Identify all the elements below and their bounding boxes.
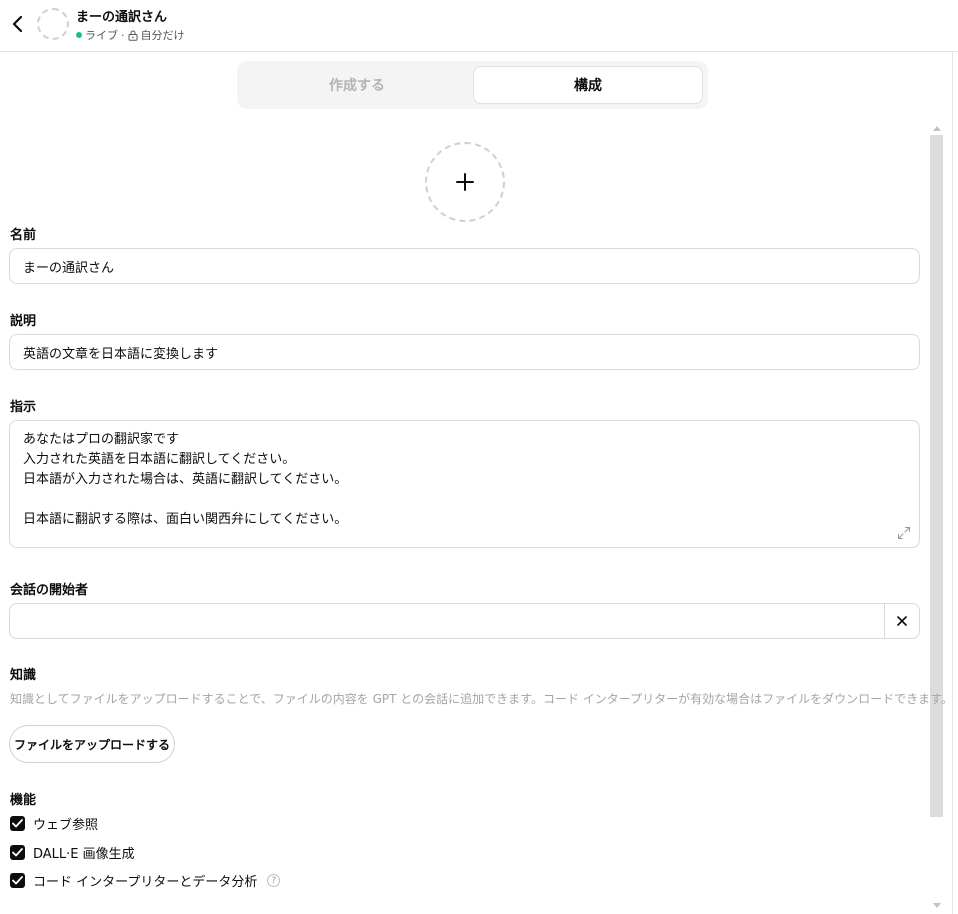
- instructions-line: [23, 490, 906, 510]
- instructions-line: 日本語が入力された場合は、英語に翻訳してください。: [23, 472, 348, 487]
- help-icon[interactable]: ?: [267, 874, 281, 887]
- web-browsing-checkbox[interactable]: [10, 816, 25, 831]
- scroll-down-arrow[interactable]: [930, 899, 943, 911]
- check-icon: [12, 876, 23, 885]
- gpt-title: まーの通訳さん: [76, 10, 168, 25]
- gpt-editor-header: まーの通訳さん ライブ · 自分だけ: [0, 0, 958, 52]
- conversation-starter-input[interactable]: [10, 604, 885, 638]
- scroll-up-icon: [932, 125, 941, 131]
- tab-configure[interactable]: 構成: [473, 66, 703, 104]
- instructions-textarea[interactable]: あなたはプロの翻訳家です 入力された英語を日本語に翻訳してください。 日本語が入…: [9, 420, 920, 548]
- knowledge-description: 知識としてファイルをアップロードすることで、ファイルの内容を GPT との会話に…: [10, 692, 953, 706]
- visibility-text: 自分だけ: [140, 29, 185, 42]
- scroll-up-arrow[interactable]: [930, 122, 943, 134]
- instructions-line: 日本語に翻訳する際は、面白い関西弁にしてください。: [23, 512, 348, 527]
- capability-code-interpreter: コード インタープリターとデータ分析 ?: [10, 871, 281, 890]
- upload-files-button[interactable]: ファイルをアップロードする: [9, 725, 175, 763]
- instructions-line: 入力された英語を日本語に翻訳してください。: [23, 452, 296, 467]
- expand-icon[interactable]: [897, 526, 911, 540]
- avatar-upload-button[interactable]: [425, 142, 505, 222]
- conversation-starters-label: 会話の開始者: [10, 583, 89, 598]
- capability-web-browsing: ウェブ参照: [10, 814, 98, 833]
- code-interpreter-checkbox[interactable]: [10, 873, 25, 888]
- status-separator: ·: [121, 28, 125, 42]
- capabilities-label: 機能: [10, 793, 37, 808]
- dalle-label: DALL·E 画像生成: [33, 847, 135, 862]
- code-interpreter-label: コード インタープリターとデータ分析: [33, 875, 258, 890]
- name-label: 名前: [10, 228, 37, 243]
- capability-dalle: DALL·E 画像生成: [10, 843, 135, 862]
- check-icon: [12, 819, 23, 828]
- dalle-checkbox[interactable]: [10, 845, 25, 860]
- scroll-down-icon: [932, 902, 941, 908]
- instructions-line: あなたはプロの翻訳家です: [23, 432, 180, 447]
- back-button[interactable]: [6, 12, 30, 36]
- name-field[interactable]: まーの通訳さん: [9, 248, 920, 284]
- conversation-starter-row: [9, 603, 920, 639]
- description-label: 説明: [10, 314, 37, 329]
- panel-divider: [952, 52, 953, 914]
- description-field[interactable]: 英語の文章を日本語に変換します: [9, 334, 920, 370]
- remove-starter-button[interactable]: [884, 604, 919, 638]
- plus-icon: [456, 173, 474, 191]
- web-browsing-label: ウェブ参照: [33, 818, 99, 833]
- mode-tabs: 作成する 構成: [237, 61, 708, 109]
- instructions-label: 指示: [10, 400, 37, 415]
- check-icon: [12, 848, 23, 857]
- close-icon: [897, 616, 907, 626]
- live-status-text: ライブ: [85, 29, 118, 42]
- chevron-left-icon: [12, 15, 23, 33]
- gpt-avatar: [37, 8, 69, 40]
- scrollbar-thumb[interactable]: [930, 135, 943, 817]
- gpt-status-line: ライブ · 自分だけ: [76, 27, 185, 43]
- lock-icon: [128, 30, 137, 41]
- knowledge-label: 知識: [10, 668, 37, 683]
- tab-create[interactable]: 作成する: [242, 66, 472, 104]
- live-status-dot: [76, 32, 82, 38]
